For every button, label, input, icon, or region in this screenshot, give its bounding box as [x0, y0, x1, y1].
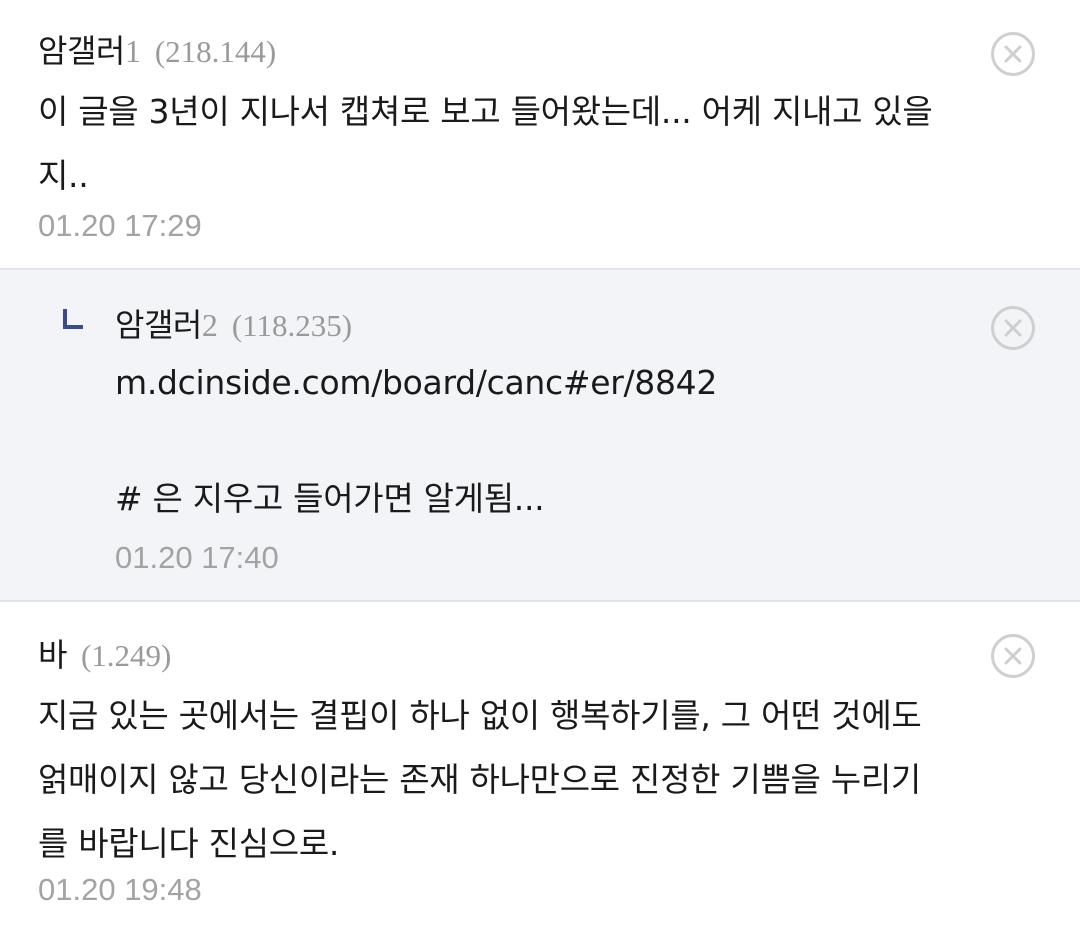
comment-item: 암갤러 1 (218.144) 이 글을 3년이 지나서 캡쳐로 보고 들어왔는데…	[0, 0, 1080, 268]
close-circle-icon	[1004, 647, 1022, 665]
comment-ip: (218.144)	[154, 34, 277, 69]
reply-arrow-icon	[63, 309, 83, 329]
comment-line: 지금 있는 곳에서는 결핍이 하나 없이 행복하기를, 그 어떤 것에도	[38, 696, 922, 735]
comment-nickname[interactable]: 암갤러	[115, 300, 202, 346]
comment-nickname-suffix: 1	[124, 33, 141, 69]
comment-date: 01.20 17:40	[115, 540, 279, 575]
reply-comment-item: 암갤러 2 (118.235) m.dcinside.com/board/canc…	[0, 268, 1080, 602]
comment-line: 이 글을 3년이 지나서 캡쳐로 보고 들어왔는데... 어케 지내고 있을	[38, 92, 933, 131]
comment-nickname-suffix: 2	[201, 307, 218, 343]
close-circle-icon	[1004, 319, 1022, 337]
comment-link-text[interactable]: m.dcinside.com/board/canc#er/8842	[115, 354, 717, 412]
comment-date: 01.20 17:29	[38, 208, 202, 243]
comment-line: # 은 지우고 들어가면 알게됨...	[115, 479, 545, 518]
comment-ip: (1.249)	[80, 638, 172, 673]
comment-body: 지금 있는 곳에서는 결핍이 하나 없이 행복하기를, 그 어떤 것에도 얽매이…	[38, 684, 922, 876]
comment-line: 얽매이지 않고 당신이라는 존재 하나만으로 진정한 기쁨을 누리기	[38, 760, 921, 799]
comment-line: 지..	[38, 156, 89, 195]
close-circle-icon	[1004, 45, 1022, 63]
comment-header: 암갤러 2 (118.235)	[115, 300, 352, 346]
delete-comment-button[interactable]	[991, 306, 1035, 350]
comment-line: 를 바랍니다 진심으로.	[38, 824, 340, 863]
comment-nickname[interactable]: 암갤러	[38, 26, 125, 72]
comment-line	[115, 412, 717, 470]
comment-header: 바 (1.249)	[38, 630, 171, 676]
comment-item: 바 (1.249) 지금 있는 곳에서는 결핍이 하나 없이 행복하기를, 그 …	[0, 602, 1080, 928]
comment-ip: (118.235)	[231, 308, 353, 343]
delete-comment-button[interactable]	[991, 32, 1035, 76]
comment-body: m.dcinside.com/board/canc#er/8842 # 은 지우…	[115, 354, 717, 528]
comment-nickname[interactable]: 바	[38, 630, 67, 676]
comment-body: 이 글을 3년이 지나서 캡쳐로 보고 들어왔는데... 어케 지내고 있을 지…	[38, 80, 933, 208]
comment-date: 01.20 19:48	[38, 872, 202, 907]
delete-comment-button[interactable]	[991, 634, 1035, 678]
comment-header: 암갤러 1 (218.144)	[38, 26, 276, 72]
